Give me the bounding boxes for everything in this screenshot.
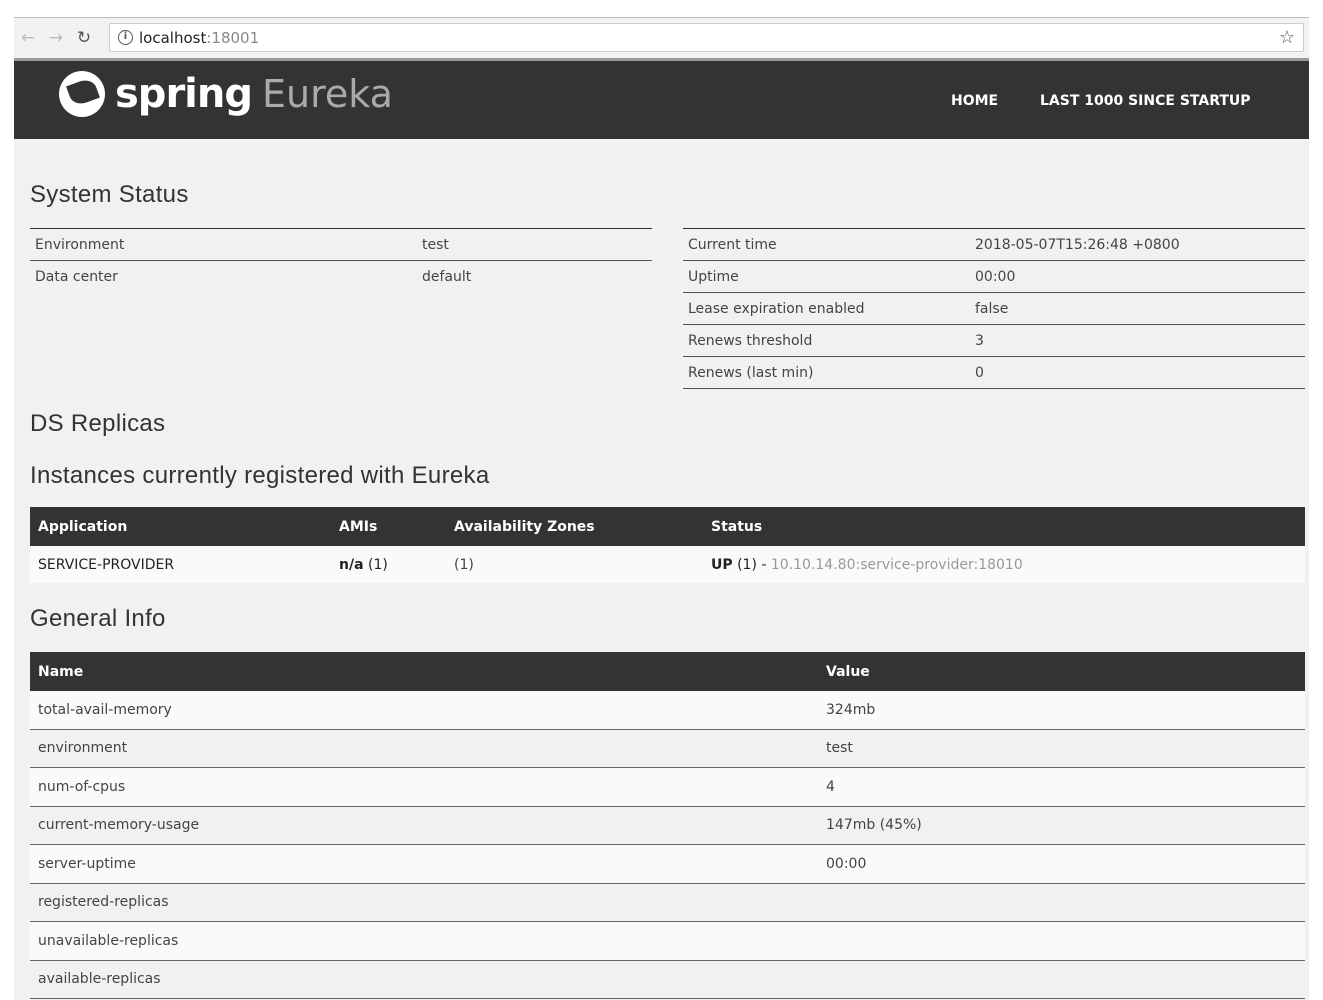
logo[interactable]: spring Eureka [59, 71, 393, 117]
table-header: Name Value [30, 652, 1305, 691]
status-row: Renews threshold 3 [683, 325, 1305, 357]
forward-icon[interactable]: → [42, 28, 70, 48]
info-value: test [826, 740, 853, 757]
table-header: Application AMIs Availability Zones Stat… [30, 507, 1305, 546]
info-name: available-replicas [38, 971, 161, 988]
status-value: 3 [975, 332, 984, 349]
instance-link[interactable]: 10.10.14.80:service-provider:18010 [771, 557, 1023, 573]
status-row: Renews (last min) 0 [683, 357, 1305, 389]
status-value: 00:00 [975, 268, 1016, 285]
status-key: Uptime [688, 268, 739, 285]
table-row: registered-replicas [30, 884, 1305, 922]
status-key: Current time [688, 236, 777, 253]
ami-count: (1) [363, 556, 388, 573]
status-key: Environment [35, 236, 125, 253]
status-row: Lease expiration enabled false [683, 293, 1305, 325]
instances-table: Application AMIs Availability Zones Stat… [30, 507, 1305, 583]
col-amis: AMIs [339, 518, 378, 535]
nav-home[interactable]: HOME [951, 93, 998, 109]
status-key: Data center [35, 269, 118, 285]
status-row: Uptime 00:00 [683, 261, 1305, 293]
browser-toolbar: ← → ↻ i localhost:18001 ☆ [14, 17, 1309, 58]
info-name: current-memory-usage [38, 817, 200, 834]
status-value: default [422, 269, 472, 285]
col-name: Name [38, 663, 84, 680]
status-count: (1) - [732, 556, 771, 573]
info-name: unavailable-replicas [38, 932, 179, 949]
reload-icon[interactable]: ↻ [70, 28, 98, 48]
system-status-right-table: Current time 2018-05-07T15:26:48 +0800 Upt… [683, 228, 1305, 389]
info-name: total-avail-memory [38, 701, 172, 718]
address-bar[interactable]: i localhost:18001 ☆ [109, 23, 1304, 52]
status-value: false [975, 300, 1009, 317]
info-value: 00:00 [826, 855, 867, 872]
info-name: registered-replicas [38, 894, 169, 911]
col-status: Status [711, 518, 763, 535]
status-row: Current time 2018-05-07T15:26:48 +0800 [683, 229, 1305, 261]
system-status-left-table: Environment test Data center default [30, 228, 652, 293]
table-row: total-avail-memory 324mb [30, 691, 1305, 730]
table-row: server-uptime 00:00 [30, 845, 1305, 884]
navbar: spring Eureka HOME LAST 1000 SINCE START… [14, 58, 1309, 139]
info-value: 147mb (45%) [826, 817, 922, 834]
table-row: unavailable-replicas [30, 922, 1305, 961]
status-value: test [422, 236, 449, 253]
status-key: Lease expiration enabled [688, 300, 865, 317]
status-key: Renews (last min) [688, 364, 814, 381]
system-status-title: System Status [30, 181, 189, 208]
status-row: Data center default [30, 261, 652, 293]
general-info-table: Name Value total-avail-memory 324mb enviro… [30, 652, 1305, 999]
status-value: 0 [975, 364, 984, 381]
col-application: Application [38, 518, 128, 535]
table-row: SERVICE-PROVIDER n/a (1) (1) UP (1) - 10… [30, 546, 1305, 583]
status-value: 2018-05-07T15:26:48 +0800 [975, 236, 1180, 253]
table-row: num-of-cpus 4 [30, 768, 1305, 807]
brand-name: spring [115, 71, 253, 117]
ds-replicas-title: DS Replicas [30, 410, 166, 437]
table-row: current-memory-usage 147mb (45%) [30, 807, 1305, 845]
info-icon[interactable]: i [118, 30, 133, 45]
info-name: environment [38, 740, 128, 757]
nav-last-1000[interactable]: LAST 1000 SINCE STARTUP [1040, 93, 1251, 109]
ami: n/a [339, 556, 364, 573]
table-row: available-replicas [30, 961, 1305, 999]
main-content: System Status Environment test Data center… [14, 139, 1309, 1000]
product-name: Eureka [262, 72, 393, 116]
instances-title: Instances currently registered with Eure… [30, 462, 490, 489]
table-row: environment test [30, 730, 1305, 768]
info-name: num-of-cpus [38, 778, 126, 795]
status-key: Renews threshold [688, 332, 813, 349]
status-row: Environment test [30, 229, 652, 261]
url-host: localhost [139, 28, 207, 47]
col-value: Value [826, 663, 870, 680]
spring-leaf-icon [59, 71, 105, 117]
info-name: server-uptime [38, 855, 136, 872]
status: UP [711, 556, 733, 573]
zones: (1) [454, 556, 474, 573]
info-value: 4 [826, 778, 835, 795]
bookmark-star-icon[interactable]: ☆ [1279, 27, 1295, 48]
general-info-title: General Info [30, 605, 166, 632]
url-port: :18001 [206, 28, 260, 47]
back-icon[interactable]: ← [14, 28, 42, 48]
app-name: SERVICE-PROVIDER [38, 556, 175, 573]
info-value: 324mb [826, 701, 876, 718]
col-zones: Availability Zones [454, 518, 595, 535]
